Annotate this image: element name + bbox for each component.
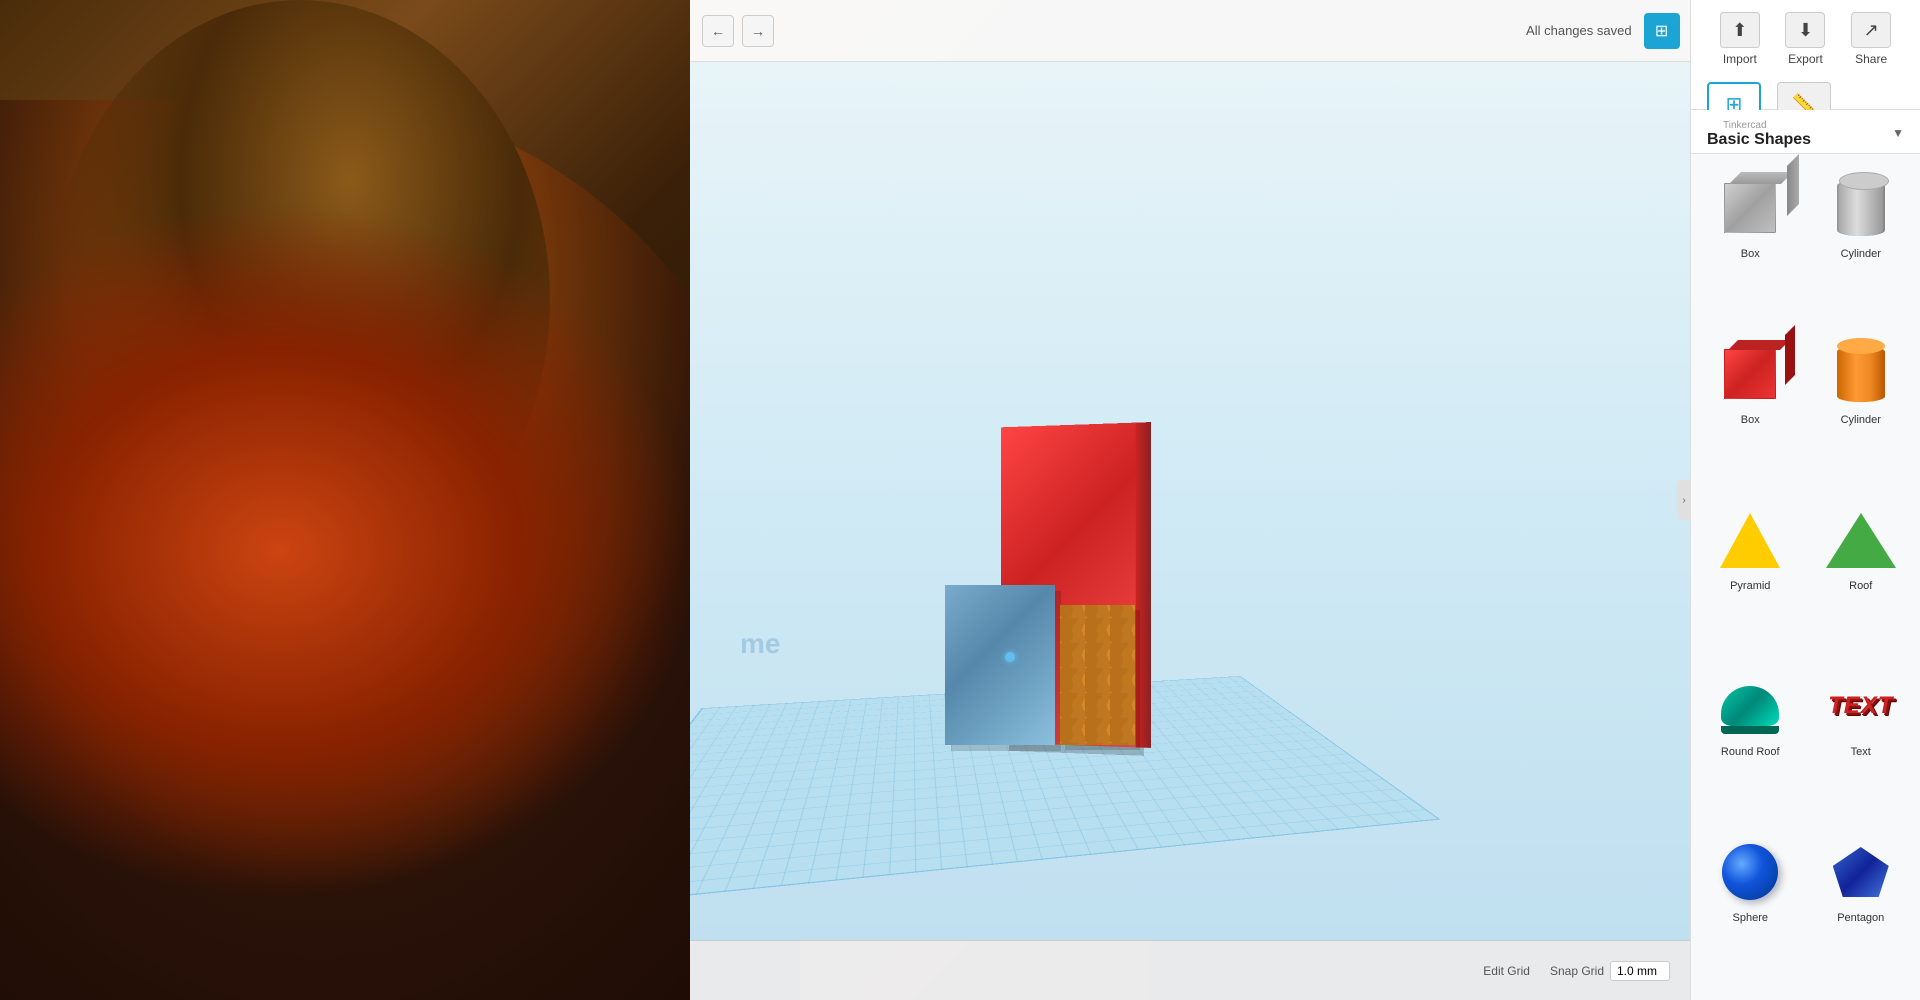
grid-icon: ⊞ [1655,21,1668,41]
save-status: All changes saved [1526,23,1632,38]
status-bar: Edit Grid Snap Grid [690,940,1690,1000]
tinkercad-label: Tinkercad [1707,116,1811,131]
shape-round-roof[interactable]: Round Roof [1699,664,1802,822]
shape-pentagon[interactable]: Pentagon [1810,830,1913,988]
pentagon-blue-visual [1833,847,1889,897]
orange-texture-box[interactable] [1060,605,1135,745]
pyramid-yellow-visual [1720,513,1780,568]
shape-box-gray[interactable]: Box [1699,166,1802,324]
shape-preview-text: TEXT [1825,670,1897,742]
share-icon: ↗ [1851,12,1891,48]
shape-sphere[interactable]: Sphere [1699,830,1802,988]
shapes-panel-header: Tinkercad Basic Shapes ▼ [1691,110,1920,154]
shape-label-roof: Roof [1849,580,1872,592]
panel-actions: ⬆ Import ⬇ Export ↗ Share [1691,0,1920,74]
shape-label-cylinder-orange: Cylinder [1841,414,1881,426]
round-roof-teal-visual [1721,686,1779,726]
shape-label-pentagon: Pentagon [1837,912,1884,924]
grid-view-button[interactable]: ⊞ [1644,13,1680,49]
import-icon: ⬆ [1720,12,1760,48]
panel-collapse-button[interactable]: › [1677,480,1691,520]
share-label: Share [1855,52,1887,66]
shapes-panel-title: Basic Shapes [1707,131,1811,148]
shape-cylinder-gray[interactable]: Cylinder [1810,166,1913,324]
forward-icon: → [751,23,765,39]
snap-grid-input[interactable] [1610,961,1670,981]
snap-grid-item: Snap Grid [1550,961,1670,981]
shape-label-box-gray: Box [1741,248,1760,260]
box-gray-visual [1724,183,1776,233]
blue-box[interactable] [945,585,1055,745]
export-label: Export [1788,52,1823,66]
shape-label-text: Text [1851,746,1871,758]
shape-label-cylinder-gray: Cylinder [1841,248,1881,260]
shapes-panel-arrow[interactable]: ▼ [1892,126,1904,140]
right-panel: › ⬆ Import ⬇ Export ↗ Share [1690,0,1920,1000]
shape-label-box-red: Box [1741,414,1760,426]
text-3d-visual: TEXT [1828,692,1893,720]
cursor-indicator [1005,652,1015,662]
cylinder-orange-visual [1837,346,1885,402]
shape-label-pyramid: Pyramid [1730,580,1770,592]
export-button[interactable]: ⬇ Export [1785,12,1825,66]
shape-preview-box-red [1714,338,1786,410]
box-red-visual [1724,349,1776,399]
shape-preview-cylinder-gray [1825,172,1897,244]
shape-roof[interactable]: Roof [1810,498,1913,656]
shape-preview-pentagon [1825,836,1897,908]
shape-preview-roof [1825,504,1897,576]
roof-green-visual [1826,513,1896,568]
sphere-blue-visual [1722,844,1778,900]
import-label: Import [1723,52,1757,66]
import-button[interactable]: ⬆ Import [1720,12,1760,66]
right-panel-top: ⬆ Import ⬇ Export ↗ Share ⊞ Workplane [1691,0,1920,110]
export-icon: ⬇ [1785,12,1825,48]
shape-preview-box-gray [1714,172,1786,244]
tinkercad-branding: Tinkercad Basic Shapes [1707,116,1811,149]
edit-grid-label[interactable]: Edit Grid [1483,964,1530,978]
shape-label-round-roof: Round Roof [1721,746,1780,758]
collapse-arrow-icon: › [1682,495,1685,506]
viewport-watermark: me [740,628,780,660]
shape-preview-pyramid [1714,504,1786,576]
back-button[interactable]: ← [702,15,734,47]
shape-label-sphere: Sphere [1733,912,1768,924]
shape-preview-cylinder-orange [1825,338,1897,410]
top-bar-left: ← → [702,15,774,47]
shape-preview-round-roof [1714,670,1786,742]
shape-box-red[interactable]: Box [1699,332,1802,490]
forward-button[interactable]: → [742,15,774,47]
shape-pyramid[interactable]: Pyramid [1699,498,1802,656]
shapes-grid: Box Cylinder Box Cylind [1691,154,1920,1000]
3d-viewport[interactable]: me [690,62,1690,940]
snap-grid-label: Snap Grid [1550,964,1604,978]
shape-text[interactable]: TEXT Text [1810,664,1913,822]
back-icon: ← [711,23,725,39]
shape-preview-sphere [1714,836,1786,908]
share-button[interactable]: ↗ Share [1851,12,1891,66]
edit-grid-item: Edit Grid [1483,964,1530,978]
cylinder-gray-visual [1837,180,1885,236]
shape-cylinder-orange[interactable]: Cylinder [1810,332,1913,490]
